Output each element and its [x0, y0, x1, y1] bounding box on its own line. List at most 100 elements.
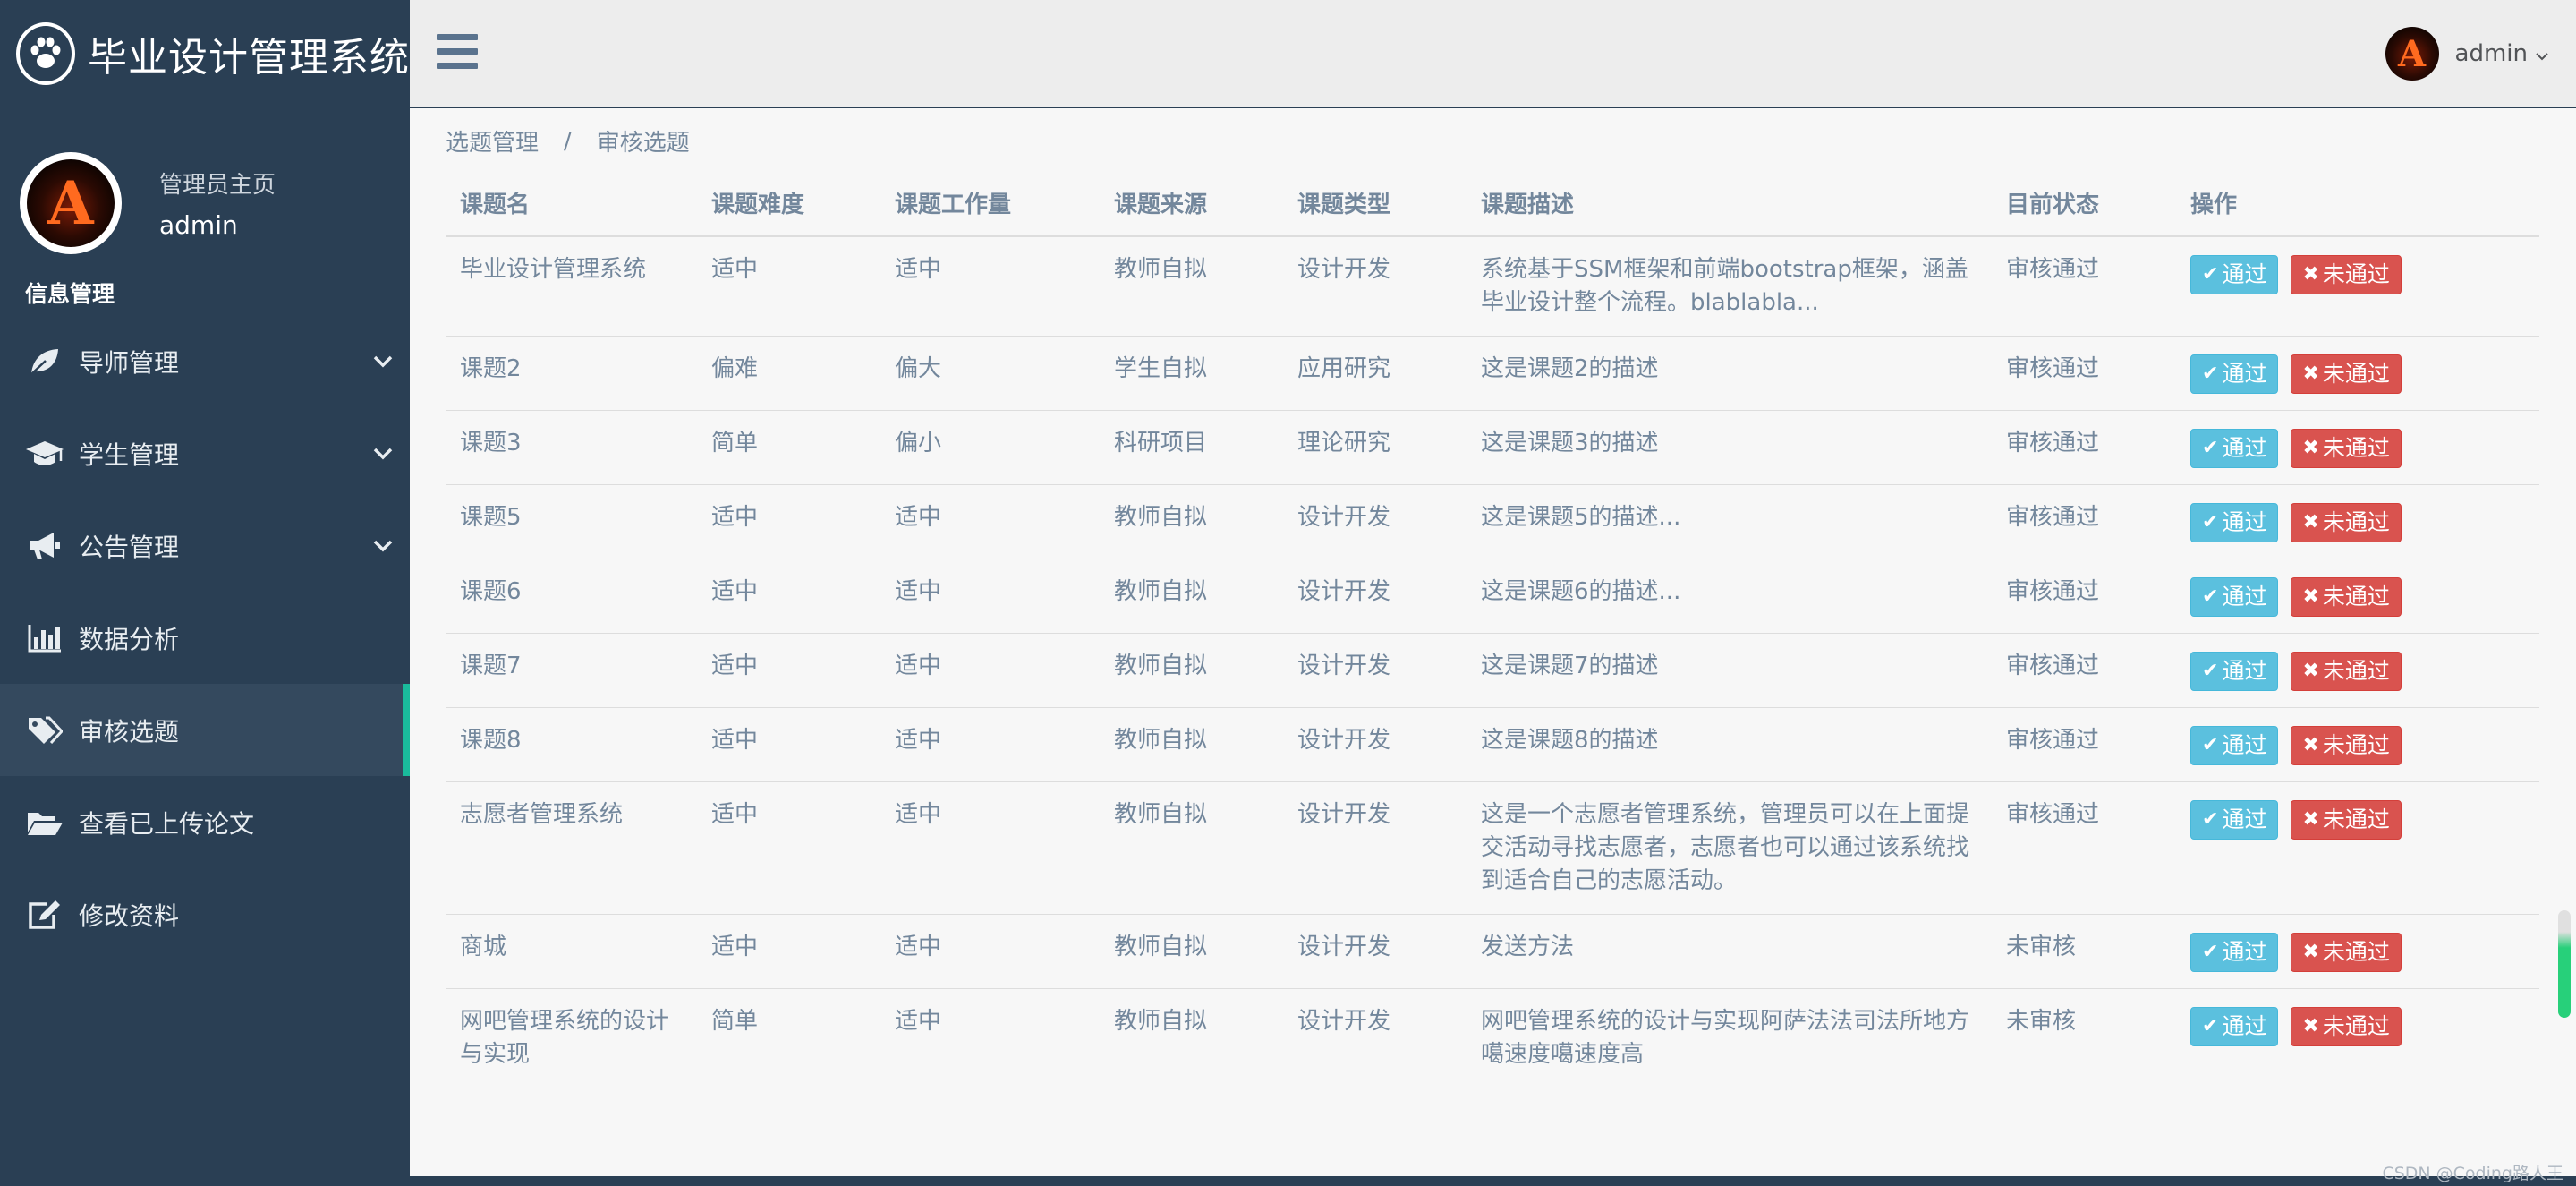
brand[interactable]: 毕业设计管理系统 — [0, 0, 410, 107]
difficulty-cell: 适中 — [697, 235, 880, 337]
sidebar-item-label: 公告管理 — [79, 532, 180, 562]
sidebar-item-label: 导师管理 — [79, 347, 180, 378]
sidebar-item-edit-profile[interactable]: 修改资料 — [0, 868, 410, 960]
difficulty-cell: 偏难 — [697, 336, 880, 411]
approve-label: 通过 — [2222, 1013, 2267, 1039]
table-row: 课题3 简单 偏小 科研项目 理论研究 这是课题3的描述 审核通过 ✔ 通过 ✖ 未通过 — [446, 410, 2539, 485]
reject-label: 未通过 — [2322, 939, 2390, 965]
menu-section-title: 信息管理 — [25, 281, 115, 307]
check-icon: ✔ — [2202, 263, 2219, 286]
type-cell: 理论研究 — [1283, 410, 1467, 485]
check-icon: ✔ — [2202, 511, 2219, 533]
difficulty-cell: 适中 — [697, 781, 880, 915]
status-cell: 审核通过 — [1992, 410, 2176, 485]
reject-label: 未通过 — [2322, 435, 2390, 461]
topic-name-cell: 商城 — [446, 914, 697, 989]
workload-cell: 偏小 — [880, 410, 1100, 485]
type-cell: 设计开发 — [1283, 988, 1467, 1088]
bar-chart-icon — [25, 620, 64, 656]
reject-button[interactable]: ✖ 未通过 — [2291, 1006, 2402, 1046]
source-cell: 教师自拟 — [1100, 559, 1283, 634]
table-header-row: 课题名 课题难度 课题工作量 课题来源 课题类型 课题描述 目前状态 操作 — [446, 171, 2539, 237]
description-cell: 这是课题3的描述 — [1467, 410, 1992, 485]
breadcrumb-parent[interactable]: 选题管理 — [446, 124, 539, 158]
table-row: 网吧管理系统的设计与实现 简单 适中 教师自拟 设计开发 网吧管理系统的设计与实现阿萨法法… — [446, 988, 2539, 1088]
approve-button[interactable]: ✔ 通过 — [2190, 725, 2279, 765]
status-cell: 审核通过 — [1992, 235, 2176, 337]
approve-button[interactable]: ✔ 通过 — [2190, 502, 2279, 542]
approve-button[interactable]: ✔ 通过 — [2190, 932, 2279, 972]
table-row: 课题6 适中 适中 教师自拟 设计开发 这是课题6的描述... 审核通过 ✔ 通过 ✖ 未通过 — [446, 559, 2539, 634]
reject-button[interactable]: ✖ 未通过 — [2291, 576, 2402, 617]
type-cell: 设计开发 — [1283, 235, 1467, 337]
source-cell: 教师自拟 — [1100, 707, 1283, 782]
description-cell: 这是课题8的描述 — [1467, 707, 1992, 782]
actions-cell: ✔ 通过 ✖ 未通过 — [2176, 633, 2539, 708]
approve-button[interactable]: ✔ 通过 — [2190, 799, 2279, 840]
topic-name-cell: 毕业设计管理系统 — [446, 235, 697, 337]
actions-cell: ✔ 通过 ✖ 未通过 — [2176, 559, 2539, 634]
difficulty-cell: 简单 — [697, 410, 880, 485]
reject-button[interactable]: ✖ 未通过 — [2291, 932, 2402, 972]
actions-cell: ✔ 通过 ✖ 未通过 — [2176, 484, 2539, 559]
approve-button[interactable]: ✔ 通过 — [2190, 1006, 2279, 1046]
check-icon: ✔ — [2202, 660, 2219, 682]
topic-name-cell: 网吧管理系统的设计与实现 — [446, 988, 697, 1088]
approve-button[interactable]: ✔ 通过 — [2190, 651, 2279, 691]
status-cell: 审核通过 — [1992, 707, 2176, 782]
profile-name: admin — [159, 210, 238, 240]
chevron-down-icon — [356, 540, 410, 552]
reject-label: 未通过 — [2322, 658, 2390, 684]
reject-button[interactable]: ✖ 未通过 — [2291, 502, 2402, 542]
sidebar-item-review-topics[interactable]: 审核选题 — [0, 684, 410, 776]
breadcrumb-separator: / — [564, 127, 572, 155]
user-menu[interactable]: A admin — [2385, 27, 2549, 81]
topic-name-cell: 课题8 — [446, 707, 697, 782]
sidebar-item-analysis[interactable]: 数据分析 — [0, 592, 410, 684]
workload-cell: 适中 — [880, 559, 1100, 634]
type-cell: 设计开发 — [1283, 484, 1467, 559]
description-cell: 这是课题7的描述 — [1467, 633, 1992, 708]
close-icon: ✖ — [2302, 734, 2319, 756]
reject-button[interactable]: ✖ 未通过 — [2291, 725, 2402, 765]
table-row: 课题2 偏难 偏大 学生自拟 应用研究 这是课题2的描述 审核通过 ✔ 通过 ✖ 未通过 — [446, 336, 2539, 411]
close-icon: ✖ — [2302, 585, 2319, 608]
workload-cell: 适中 — [880, 988, 1100, 1088]
menu-toggle-icon[interactable] — [437, 34, 478, 72]
close-icon: ✖ — [2302, 511, 2319, 533]
workload-cell: 偏大 — [880, 336, 1100, 411]
description-cell: 发送方法 — [1467, 914, 1992, 989]
topic-name-cell: 课题5 — [446, 484, 697, 559]
status-cell: 审核通过 — [1992, 633, 2176, 708]
check-icon: ✔ — [2202, 734, 2219, 756]
approve-button[interactable]: ✔ 通过 — [2190, 428, 2279, 468]
approve-button[interactable]: ✔ 通过 — [2190, 254, 2279, 294]
approve-button[interactable]: ✔ 通过 — [2190, 354, 2279, 394]
source-cell: 科研项目 — [1100, 410, 1283, 485]
approve-button[interactable]: ✔ 通过 — [2190, 576, 2279, 617]
actions-cell: ✔ 通过 ✖ 未通过 — [2176, 707, 2539, 782]
sidebar-item-announcement[interactable]: 公告管理 — [0, 499, 410, 592]
reject-button[interactable]: ✖ 未通过 — [2291, 428, 2402, 468]
leaf-icon — [25, 344, 64, 380]
reject-button[interactable]: ✖ 未通过 — [2291, 651, 2402, 691]
close-icon: ✖ — [2302, 1015, 2319, 1037]
breadcrumb: 选题管理 / 审核选题 — [446, 124, 690, 158]
approve-label: 通过 — [2222, 509, 2267, 535]
sidebar-item-uploaded-papers[interactable]: 查看已上传论文 — [0, 776, 410, 868]
sidebar-item-teacher[interactable]: 导师管理 — [0, 315, 410, 407]
sidebar-item-student[interactable]: 学生管理 — [0, 407, 410, 499]
top-navbar: A admin — [410, 0, 2576, 107]
scrollbar-thumb[interactable] — [2558, 910, 2571, 1018]
workload-cell: 适中 — [880, 235, 1100, 337]
reject-button[interactable]: ✖ 未通过 — [2291, 254, 2402, 294]
status-cell: 未审核 — [1992, 914, 2176, 989]
actions-cell: ✔ 通过 ✖ 未通过 — [2176, 410, 2539, 485]
column-header: 课题类型 — [1283, 171, 1467, 237]
reject-button[interactable]: ✖ 未通过 — [2291, 354, 2402, 394]
profile-welcome: 管理员主页 — [159, 172, 276, 199]
close-icon: ✖ — [2302, 660, 2319, 682]
actions-cell: ✔ 通过 ✖ 未通过 — [2176, 914, 2539, 989]
reject-button[interactable]: ✖ 未通过 — [2291, 799, 2402, 840]
status-cell: 审核通过 — [1992, 336, 2176, 411]
